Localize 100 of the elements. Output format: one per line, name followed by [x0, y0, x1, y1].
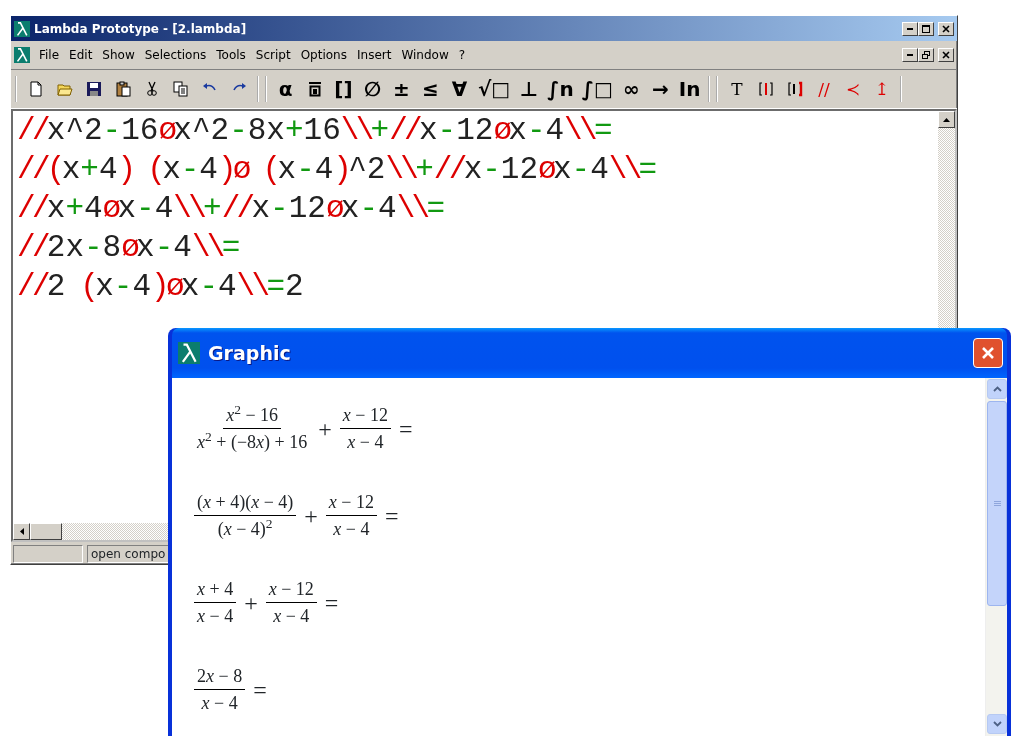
symbol-button[interactable]: [] [329, 76, 358, 102]
operator-token: - [437, 113, 457, 148]
minimize-icon [907, 27, 913, 30]
delimiter-token: ø [121, 230, 137, 265]
operator-token: - [482, 152, 501, 187]
delimiter-token: // [221, 191, 252, 226]
menu-item[interactable]: Edit [64, 46, 98, 64]
denominator: (x − 4)$^{2}$ [216, 516, 274, 541]
symbol-button[interactable]: √□ [474, 76, 515, 102]
delimiter-token: \\ [236, 269, 267, 304]
numerator: x$^{2}$ − 16 [223, 402, 282, 429]
symbol-button[interactable]: ∫n [543, 76, 578, 102]
term-token: x [340, 191, 360, 226]
delimiter-token: ) [333, 152, 349, 187]
term-token: 4 [218, 269, 237, 304]
close-button[interactable] [938, 21, 954, 36]
lambda-icon [14, 47, 30, 63]
denominator: x − 4 [346, 431, 385, 454]
term-token: 8x [247, 113, 285, 148]
delimiter-token: // [17, 191, 47, 226]
close-icon [981, 346, 995, 360]
term-token: 8 [102, 230, 122, 265]
operator-sign: = [398, 414, 413, 444]
operator-sign: = [385, 501, 399, 531]
restore-icon [922, 51, 930, 59]
operator-token: - [136, 191, 155, 226]
close-button[interactable] [938, 48, 954, 62]
operator-token: - [199, 269, 218, 304]
menu-item[interactable]: Script [250, 46, 296, 64]
operator-token: - [359, 191, 379, 226]
denominator: x$^{2}$ + (−8x) + 16 [196, 429, 309, 454]
lambda-icon [14, 20, 30, 37]
operator-sign: + [318, 414, 332, 444]
menu-item[interactable]: Show [97, 46, 140, 64]
lambda-icon [178, 342, 200, 364]
numerator: 2x − 8 [194, 663, 246, 690]
minimize-button[interactable] [902, 21, 918, 36]
operator-token: + [415, 152, 434, 187]
operator-token: + [203, 191, 222, 226]
symbol-button[interactable]: ± [387, 76, 416, 102]
term-token: x^2 [173, 113, 230, 148]
operator-token: - [102, 113, 122, 148]
term-token: 2 [46, 269, 66, 304]
term-token: 16 [303, 113, 341, 148]
symbol-button[interactable]: T [722, 76, 752, 102]
menu-item[interactable]: Tools [211, 46, 251, 64]
menu-item[interactable]: File [34, 46, 65, 64]
symbol-button[interactable]: ≤ [416, 76, 445, 102]
term-token: x [136, 230, 155, 265]
menu-item[interactable]: Selections [139, 46, 212, 64]
menu-item[interactable]: Insert [352, 46, 397, 64]
delimiter-token: \\ [191, 230, 222, 265]
symbol-button[interactable]: ∫□ [577, 76, 617, 102]
delimiter-token: \\ [385, 152, 416, 187]
symbol-button[interactable]: ∅ [358, 76, 387, 102]
symbol-button[interactable]: ⊥ [514, 76, 544, 102]
symbol-button[interactable]: ∀ [445, 76, 474, 102]
operator-token: - [296, 152, 315, 187]
menu-item[interactable]: Window [396, 46, 454, 64]
scroll-down-button[interactable] [987, 714, 1007, 734]
delimiter-token: // [17, 230, 47, 265]
term-token: 4 [314, 152, 334, 187]
denominator: x − 4 [200, 692, 239, 715]
menu-item[interactable]: Options [295, 46, 352, 64]
scrollbar-track[interactable] [985, 378, 1007, 736]
operator-token: - [154, 230, 174, 265]
up-arrow-icon [943, 117, 950, 122]
term-token: 2 [285, 269, 304, 304]
operator-token: + [65, 191, 84, 226]
numerator: x − 12 [339, 402, 391, 429]
window-title: Lambda Prototype - [2.lambda] [34, 20, 248, 38]
maximize-icon [922, 24, 930, 33]
term-token: x^2 [46, 113, 103, 148]
symbol-button[interactable]: α [271, 76, 300, 102]
term-token: 4 [132, 269, 151, 304]
delimiter-token: // [17, 269, 47, 304]
delimiter-token: \\ [173, 191, 204, 226]
symbol-button[interactable]: → [645, 76, 675, 102]
term-token: 2x [46, 230, 84, 265]
restore-button[interactable] [918, 48, 934, 62]
scroll-left-button[interactable] [13, 523, 30, 540]
delimiter-token: \\ [564, 113, 594, 148]
operator-token: = [426, 191, 446, 226]
operator-token: + [284, 113, 304, 148]
term-token: x [95, 269, 114, 304]
term-token: 4 [199, 152, 218, 187]
delimiter-token: // [433, 152, 464, 187]
term-token: x [552, 152, 572, 187]
term-token: 12 [500, 152, 539, 187]
menu-item[interactable]: ? [453, 46, 471, 64]
operator-token: - [571, 152, 591, 187]
symbol-button[interactable]: In [674, 76, 705, 102]
term-token: ^2 [348, 152, 386, 187]
minimize-button[interactable] [902, 48, 918, 62]
maximize-button[interactable] [918, 21, 934, 36]
scrollbar-thumb[interactable] [987, 401, 1007, 606]
term-token: x [277, 152, 297, 187]
delimiter-token: ø [493, 113, 509, 148]
symbol-button[interactable]: ∞ [616, 76, 646, 102]
operator-sign: + [304, 501, 318, 531]
